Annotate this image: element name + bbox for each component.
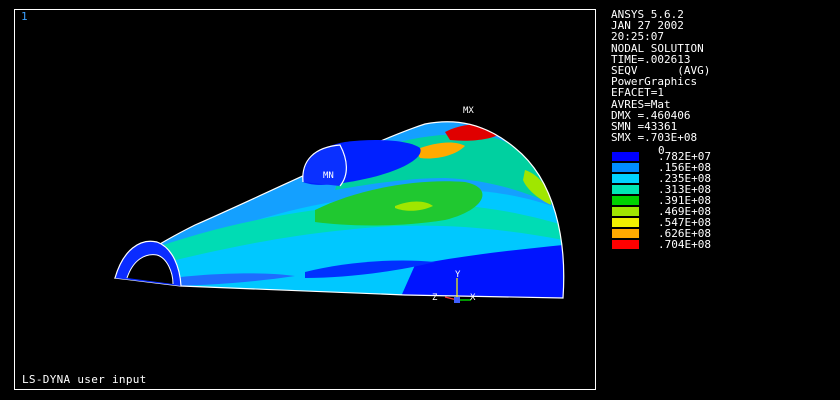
legend-swatch (612, 196, 639, 205)
legend-swatch (612, 218, 639, 227)
min-label: MN (323, 171, 334, 181)
legend-swatch (612, 152, 639, 161)
legend-swatch (612, 229, 639, 238)
legend-swatch (612, 174, 639, 183)
axis-label-y: Y (455, 270, 461, 280)
legend-swatch (612, 185, 639, 194)
info-line-efacet: EFACET=1 (611, 86, 664, 100)
axis-label-x: X (470, 293, 476, 303)
status-line: LS-DYNA user input (22, 373, 147, 386)
legend-entry: .704E+08 (611, 239, 791, 250)
legend-value: .704E+08 (658, 238, 711, 251)
info-line-avres: AVRES=Mat (611, 97, 671, 111)
graphics-viewport[interactable]: 1 MN MX Y X Z LS-DYNA user input (14, 9, 596, 390)
axis-label-z: Z (432, 293, 438, 303)
info-line-smx: SMX =.703E+08 (611, 131, 698, 145)
legend-swatch (612, 207, 639, 216)
fe-model-contour-plot[interactable]: MN MX Y X Z (15, 10, 595, 389)
info-line-time-of-day: 20:25:07 (611, 30, 664, 44)
legend-swatch (612, 240, 639, 249)
legend-swatch (612, 163, 639, 172)
max-label: MX (463, 106, 474, 116)
solution-info-panel: ANSYS 5.6.2 JAN 27 2002 20:25:07 NODAL S… (611, 9, 831, 143)
